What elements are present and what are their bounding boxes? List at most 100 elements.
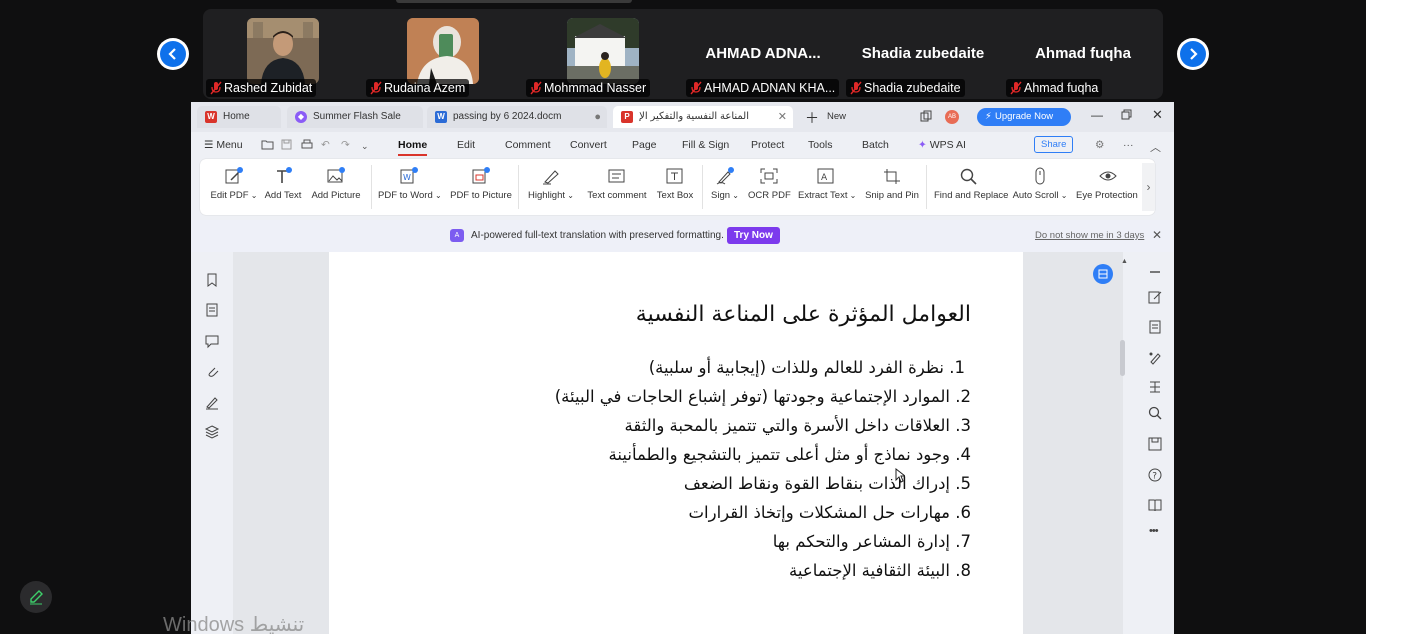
close-window-icon[interactable]: ✕ [1152, 107, 1163, 123]
participant-tile[interactable]: Mohmmad Nasser [523, 9, 683, 99]
try-now-button[interactable]: Try Now [727, 227, 780, 244]
print-icon[interactable] [301, 139, 313, 153]
avatar[interactable]: AB [945, 110, 959, 124]
window-layout-icon[interactable] [920, 110, 932, 125]
open-folder-icon[interactable] [261, 139, 274, 153]
participant-tile[interactable]: Rashed Zubidat [203, 9, 363, 99]
ribbon-scroll-right-icon[interactable]: › [1142, 163, 1155, 211]
attachment-icon[interactable] [204, 363, 220, 379]
upgrade-now-button[interactable]: ⚡ Upgrade Now [977, 108, 1071, 126]
ribbon-label: PDF to Picture [450, 190, 512, 201]
edit-pdf-button[interactable]: Edit PDF ⌄ [204, 167, 264, 201]
chevron-down-icon[interactable]: ⌄ [361, 141, 369, 152]
close-banner-icon[interactable]: ✕ [1152, 228, 1162, 242]
new-tab-button[interactable]: New [827, 111, 846, 122]
edit-icon[interactable] [1147, 289, 1163, 305]
redo-icon[interactable]: ↷ [341, 139, 350, 151]
scroll-up-icon[interactable]: ▲ [1121, 258, 1128, 265]
participant-name: Mohmmad Nasser [544, 81, 647, 95]
more-options-icon[interactable]: ••• [1149, 525, 1159, 537]
minimize-icon[interactable]: — [1091, 108, 1103, 122]
document-properties-icon[interactable] [1147, 319, 1163, 335]
ribbon-tab-home[interactable]: Home [398, 139, 428, 156]
restore-icon[interactable] [1121, 109, 1132, 123]
annotate-button[interactable] [20, 581, 52, 613]
sign-button[interactable]: Sign ⌄ [708, 167, 742, 201]
ribbon-separator [702, 165, 703, 209]
menu-button[interactable]: ☰ Menu [204, 139, 243, 151]
eye-protection-button[interactable]: Eye Protection M [1076, 167, 1140, 201]
ai-pen-icon[interactable] [1147, 350, 1163, 366]
wps-ai-button[interactable]: ✦ WPS AI [918, 139, 966, 151]
more-icon[interactable]: ··· [1123, 139, 1134, 151]
close-tab-icon[interactable]: ● [594, 106, 601, 128]
ribbon-tab-tools[interactable]: Tools [808, 139, 833, 151]
previous-page-button[interactable] [157, 38, 189, 70]
participant-tile[interactable]: Shadia zubedaite Shadia zubedaite [843, 9, 1003, 99]
document-viewer[interactable]: العوامل المؤثرة على المناعة النفسية 1. ن… [233, 252, 1128, 634]
list-item: 7. إدارة المشاعر والتحكم بها [772, 532, 971, 551]
ai-sparkle-icon: ✦ [918, 139, 927, 151]
share-button[interactable]: Share [1034, 136, 1074, 153]
extract-text-button[interactable]: A Extract Text ⌄ [798, 167, 856, 201]
help-icon[interactable]: ? [1147, 467, 1163, 483]
collapse-ribbon-icon[interactable]: ︿ [1150, 139, 1161, 155]
new-tab-plus-icon[interactable]: ＋ [805, 108, 819, 128]
outline-icon[interactable] [1147, 379, 1163, 395]
ai-translate-icon: A [450, 229, 464, 242]
layers-icon[interactable] [204, 424, 220, 440]
save-icon[interactable] [281, 139, 292, 153]
ribbon-tab-edit[interactable]: Edit [457, 139, 475, 151]
pdf-page[interactable]: العوامل المؤثرة على المناعة النفسية 1. ن… [329, 252, 1023, 634]
tab-home[interactable]: W Home [197, 106, 281, 128]
auto-scroll-button[interactable]: Auto Scroll ⌄ [1012, 167, 1068, 201]
tab-word-document[interactable]: W passing by 6 2024.docm ● [427, 106, 607, 128]
collapse-panel-icon[interactable] [1147, 264, 1163, 280]
ribbon-tab-batch[interactable]: Batch [862, 139, 889, 151]
undo-icon[interactable]: ↶ [321, 139, 330, 151]
highlight-button[interactable]: Highlight ⌄ [524, 167, 578, 201]
participant-tile[interactable]: Ahmad fuqha Ahmad fuqha [1003, 9, 1163, 99]
ribbon-tab-page[interactable]: Page [632, 139, 657, 151]
find-and-replace-button[interactable]: Find and Replace [934, 167, 1008, 201]
page-tool-button[interactable] [1093, 264, 1113, 284]
chevron-down-icon: ⌄ [730, 191, 739, 200]
vertical-scrollbar[interactable] [1120, 340, 1125, 376]
tab-summer-flash-sale[interactable]: ◆ Summer Flash Sale [287, 106, 423, 128]
participant-tile[interactable]: Rudaina Azem [363, 9, 523, 99]
participant-video [407, 18, 479, 84]
read-mode-icon[interactable] [1147, 497, 1163, 513]
participant-name-tag: AHMAD ADNAN KHA... [686, 79, 840, 97]
tab-active-pdf[interactable]: P المناعة النفسية والتفكير الإيجابي ✕ [613, 106, 793, 128]
bookmark-icon[interactable] [204, 272, 220, 288]
save-copy-icon[interactable] [1147, 436, 1163, 452]
snip-and-pin-button[interactable]: Snip and Pin [864, 167, 920, 201]
ribbon-label: Edit PDF [210, 190, 249, 201]
close-tab-icon[interactable]: ✕ [778, 106, 787, 128]
settings-icon[interactable]: ⚙ [1095, 139, 1104, 151]
text-comment-button[interactable]: Text comment [586, 167, 648, 201]
ribbon-tab-protect[interactable]: Protect [751, 139, 784, 151]
ocr-pdf-button[interactable]: OCR PDF [748, 167, 791, 201]
text-box-button[interactable]: Text Box [654, 167, 696, 201]
add-text-button[interactable]: Add Text [262, 167, 304, 201]
pdf-to-picture-button[interactable]: PDF to Picture [450, 167, 512, 201]
add-picture-button[interactable]: Add Picture [306, 167, 366, 201]
signature-icon[interactable] [204, 394, 220, 410]
highlighter-icon [543, 170, 559, 185]
participant-name: Shadia zubedaite [864, 81, 961, 95]
ribbon-tab-comment[interactable]: Comment [505, 139, 551, 151]
pdf-to-word-button[interactable]: W PDF to Word ⌄ [378, 167, 442, 201]
snip-pin-icon [884, 169, 900, 184]
next-page-button[interactable] [1177, 38, 1209, 70]
add-text-icon [277, 167, 292, 183]
thumbnails-icon[interactable] [204, 302, 220, 318]
participant-tile[interactable]: AHMAD ADNA... AHMAD ADNAN KHA... [683, 9, 843, 99]
ribbon-tab-convert[interactable]: Convert [570, 139, 607, 151]
ribbon-label: Find and Replace [934, 190, 1009, 201]
ribbon-tab-fill-sign[interactable]: Fill & Sign [682, 139, 729, 151]
participant-name-tag: Mohmmad Nasser [526, 79, 651, 97]
comments-icon[interactable] [204, 333, 220, 349]
search-icon[interactable] [1147, 405, 1163, 421]
dismiss-link[interactable]: Do not show me in 3 days [1035, 230, 1144, 241]
